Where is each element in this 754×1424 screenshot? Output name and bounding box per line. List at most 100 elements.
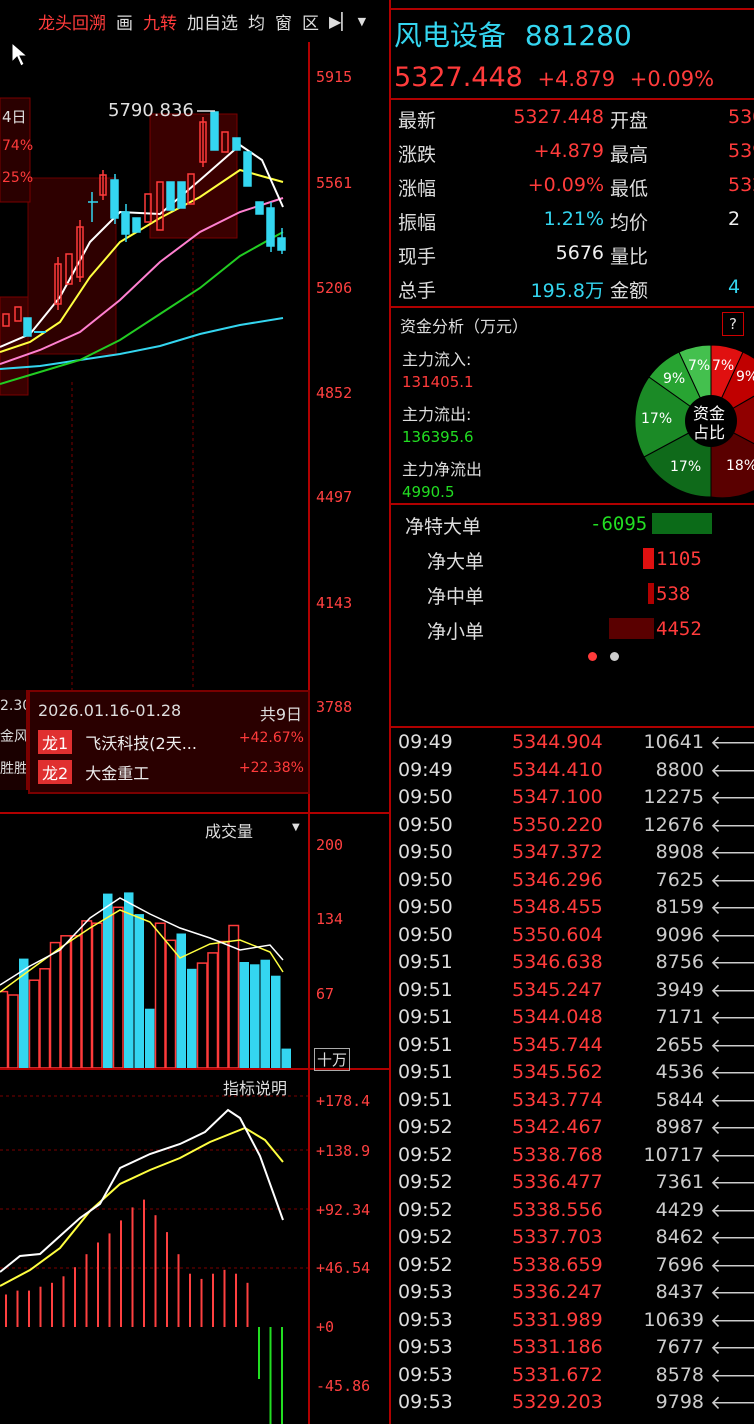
tick-row: 09:51 5345.247 3949 🡐 xyxy=(392,978,754,1005)
volume-bar xyxy=(250,964,260,1068)
volume-bar xyxy=(176,933,186,1068)
price-axis-label: 5561 xyxy=(316,174,353,192)
toolbar-draw[interactable]: 画 xyxy=(116,9,133,34)
tick-price: 5336.477 xyxy=(512,1171,603,1193)
tick-volume: 7625 xyxy=(655,868,704,891)
net-order-value: 538 xyxy=(656,583,691,605)
tick-time: 09:50 xyxy=(398,923,453,946)
stock-title: 风电设备 881280 xyxy=(394,14,632,54)
dragon-leader-box[interactable]: 2026.01.16-01.28 共9日 龙1 飞沃科技(2天... +42.6… xyxy=(28,690,310,794)
quote-label: 涨跌 xyxy=(398,144,437,166)
pin-right-icon[interactable]: ▶▏ xyxy=(329,12,354,31)
tick-row: 09:50 5347.372 8908 🡐 xyxy=(392,840,754,867)
page-dot-active[interactable] xyxy=(588,652,597,661)
tick-price: 5350.604 xyxy=(512,923,603,946)
tick-row: 09:51 5343.774 5844 🡐 xyxy=(392,1088,754,1115)
macd-chart[interactable] xyxy=(0,1086,308,1424)
tick-volume: 8987 xyxy=(655,1116,704,1138)
price-axis-label: 5915 xyxy=(316,68,353,86)
toolbar-add-watchlist[interactable]: 加自选 xyxy=(187,9,238,34)
volume-bar xyxy=(28,979,40,1068)
pie-slice-label: 18% xyxy=(726,458,754,474)
indicator-axis-label: +0 xyxy=(316,1318,335,1336)
toolbar-dragon-backtrack[interactable]: 龙头回溯 xyxy=(38,9,106,34)
price-axis-label: 4143 xyxy=(316,594,353,612)
arrow-left-icon: 🡐 xyxy=(710,1392,754,1414)
tick-time: 09:53 xyxy=(398,1281,453,1303)
tick-time: 09:51 xyxy=(398,1088,453,1111)
page-dot[interactable] xyxy=(610,652,619,661)
volume-axis-label: 134 xyxy=(316,910,344,928)
volume-bar xyxy=(145,1008,155,1068)
dragon-pct: +42.67% xyxy=(238,730,304,746)
volume-chart[interactable] xyxy=(0,840,308,1068)
volume-bar xyxy=(0,990,9,1068)
tick-volume: 8800 xyxy=(655,758,704,781)
tick-price: 5338.556 xyxy=(512,1198,603,1221)
clipped-name2: 胜胜 xyxy=(0,761,26,777)
arrow-left-icon: 🡐 xyxy=(710,1034,754,1057)
pie-slice-label: 17% xyxy=(670,459,702,475)
tick-volume: 8908 xyxy=(655,841,704,863)
chevron-down-icon[interactable]: ▼ xyxy=(358,15,366,28)
tick-time: 09:50 xyxy=(398,868,453,891)
tick-row: 09:53 5329.203 9798 🡐 xyxy=(392,1390,754,1417)
dragon-stock-name: 飞沃科技(2天... xyxy=(85,734,197,753)
tick-volume: 5844 xyxy=(655,1088,704,1111)
tick-row: 09:50 5348.455 8159 🡐 xyxy=(392,895,754,922)
tick-price: 5348.455 xyxy=(512,896,603,918)
indicator-axis-label: +178.4 xyxy=(316,1092,371,1110)
toolbar-window[interactable]: 窗 xyxy=(275,9,292,34)
toolbar-average[interactable]: 均 xyxy=(248,9,265,34)
volume-bar xyxy=(260,959,270,1068)
help-icon[interactable]: ? xyxy=(722,312,744,336)
tick-row: 09:51 5345.744 2655 🡐 xyxy=(392,1033,754,1060)
tick-volume: 4536 xyxy=(655,1061,704,1083)
tick-time: 09:51 xyxy=(398,978,453,1001)
arrow-left-icon: 🡐 xyxy=(710,1309,754,1332)
tick-time: 09:53 xyxy=(398,1391,453,1413)
pie-center-label: 占比 xyxy=(693,423,726,442)
chevron-down-icon[interactable]: ▼ xyxy=(292,822,300,833)
clipped-label-pct1: 74% xyxy=(2,138,34,154)
price-axis-label: 5206 xyxy=(316,279,353,297)
tick-time: 09:50 xyxy=(398,896,453,918)
inflow-label: 主力流入: xyxy=(402,350,472,369)
net-outflow-value: 4990.5 xyxy=(402,483,455,501)
dragon-row[interactable]: 龙1 飞沃科技(2天... +42.67% xyxy=(38,730,304,754)
arrow-left-icon: 🡐 xyxy=(710,1007,754,1029)
toolbar-range[interactable]: 区 xyxy=(302,9,319,34)
quote-row-current-volume: 现手 5676 量比 xyxy=(392,238,754,272)
dragon-row[interactable]: 龙2 大金重工 +22.38% xyxy=(38,760,304,784)
peak-price-label: 5790.836 xyxy=(108,100,194,121)
tick-volume: 7171 xyxy=(655,1006,704,1028)
tick-price: 5338.659 xyxy=(512,1253,603,1276)
tick-volume: 8159 xyxy=(655,896,704,918)
tick-price: 5337.703 xyxy=(512,1226,603,1248)
quote-label: 振幅 xyxy=(398,212,437,234)
arrow-left-icon: 🡐 xyxy=(710,979,754,1002)
tick-time: 09:52 xyxy=(398,1226,453,1248)
arrow-left-icon: 🡐 xyxy=(710,1337,754,1359)
outflow-value: 136395.6 xyxy=(402,428,474,446)
tick-volume: 4429 xyxy=(655,1198,704,1221)
net-order-label: 净小单 xyxy=(427,621,485,643)
toolbar-nine-turn[interactable]: 九转 xyxy=(143,9,177,34)
stock-code: 881280 xyxy=(524,19,632,52)
volume-axis-label: 200 xyxy=(316,836,344,854)
volume-bar xyxy=(187,968,197,1068)
arrow-left-icon: 🡐 xyxy=(710,842,754,864)
clipped-info-box: 2.30 金风 胜胜 xyxy=(0,690,28,790)
pie-slice-label: 17% xyxy=(641,411,673,427)
net-order-label: 净中单 xyxy=(427,586,485,608)
arrow-left-icon: 🡐 xyxy=(710,1089,754,1112)
tick-row: 09:49 5344.904 10641 🡐 xyxy=(392,730,754,757)
tick-volume: 10717 xyxy=(643,1143,704,1166)
outflow-label: 主力流出: xyxy=(402,405,472,424)
arrow-left-icon: 🡐 xyxy=(710,787,754,809)
tick-row: 09:52 5338.556 4429 🡐 xyxy=(392,1198,754,1225)
quote-row-total-volume: 总手 195.8万 金额 4 xyxy=(392,272,754,306)
volume-title[interactable]: 成交量 xyxy=(205,818,253,842)
price-axis-label: 4852 xyxy=(316,384,353,402)
stock-name: 风电设备 xyxy=(394,19,507,52)
